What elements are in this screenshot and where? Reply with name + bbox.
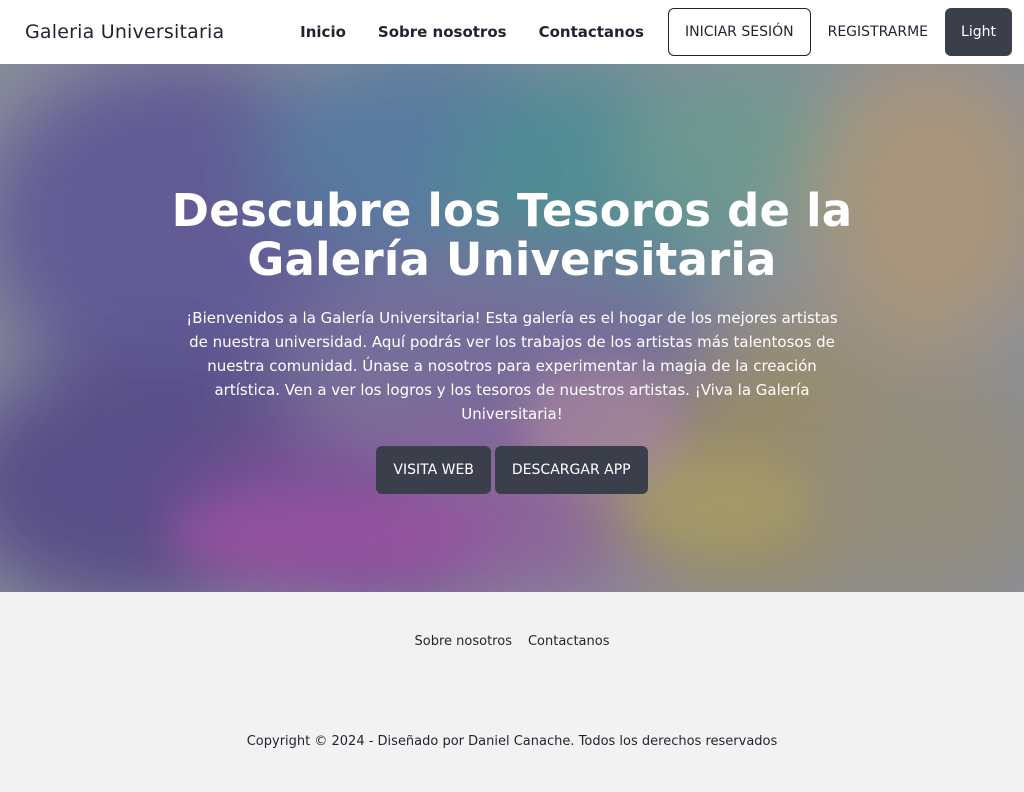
footer: Sobre nosotros Contactanos Copyright © 2… xyxy=(0,592,1024,792)
nav-links: Inicio Sobre nosotros Contactanos INICIA… xyxy=(300,8,1012,56)
nav-link-inicio[interactable]: Inicio xyxy=(300,23,346,41)
register-button[interactable]: REGISTRARME xyxy=(828,24,928,40)
hero-section: Descubre los Tesoros de la Galería Unive… xyxy=(0,64,1024,592)
hero-title: Descubre los Tesoros de la Galería Unive… xyxy=(171,184,853,286)
hero-buttons: VISITA WEB DESCARGAR APP xyxy=(170,446,854,494)
visit-web-button[interactable]: VISITA WEB xyxy=(376,446,491,494)
theme-toggle-button[interactable]: Light xyxy=(945,8,1012,56)
footer-links: Sobre nosotros Contactanos xyxy=(0,634,1024,649)
login-button[interactable]: INICIAR SESIÓN xyxy=(667,8,811,56)
copyright-text: Copyright © 2024 - Diseñado por Daniel C… xyxy=(246,734,778,749)
download-app-button[interactable]: DESCARGAR APP xyxy=(494,446,648,494)
hero-description: ¡Bienvenidos a la Galería Universitaria!… xyxy=(186,309,838,423)
footer-link-contactanos[interactable]: Contactanos xyxy=(528,634,610,649)
navbar: Galeria Universitaria Inicio Sobre nosot… xyxy=(0,0,1024,64)
brand-logo-text[interactable]: Galeria Universitaria xyxy=(25,21,224,43)
nav-link-sobre-nosotros[interactable]: Sobre nosotros xyxy=(378,23,507,41)
footer-link-sobre-nosotros[interactable]: Sobre nosotros xyxy=(415,634,512,649)
nav-link-contactanos[interactable]: Contactanos xyxy=(539,23,644,41)
hero-content: Descubre los Tesoros de la Galería Unive… xyxy=(170,186,854,494)
